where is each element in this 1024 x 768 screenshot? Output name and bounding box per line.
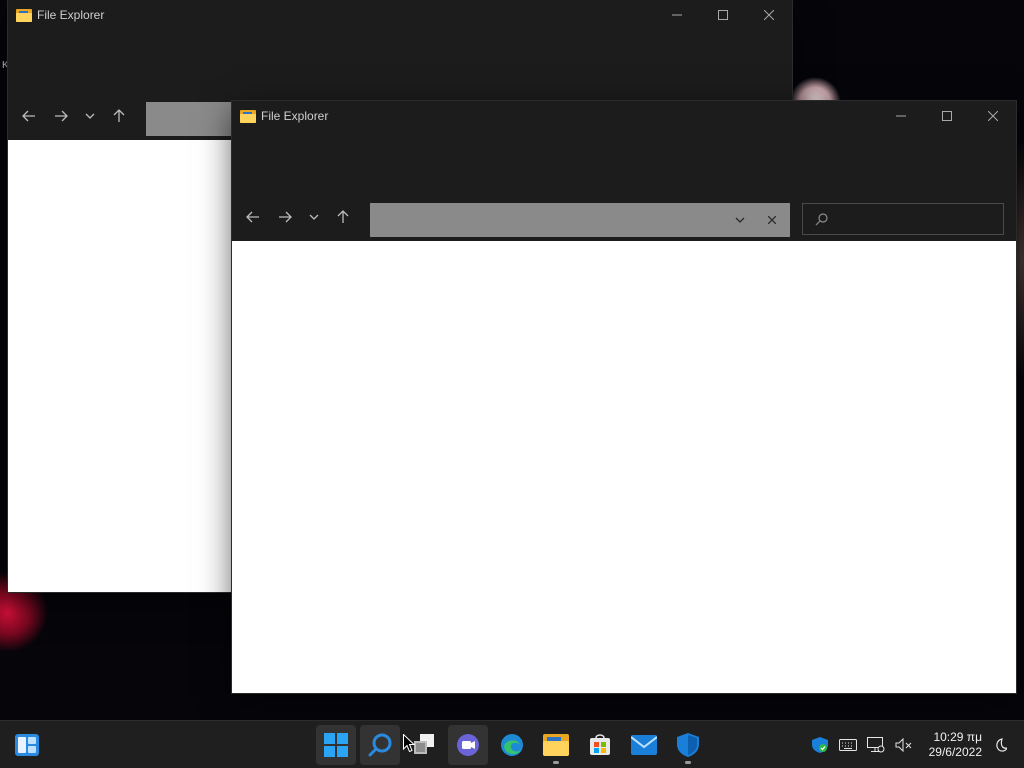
search-icon bbox=[368, 733, 392, 757]
title-bar[interactable]: File Explorer bbox=[8, 0, 792, 30]
network-button[interactable] bbox=[862, 731, 890, 759]
chevron-down-icon bbox=[85, 113, 95, 119]
close-icon bbox=[768, 216, 776, 224]
close-icon bbox=[764, 10, 774, 20]
recent-locations-button[interactable] bbox=[78, 101, 102, 131]
keyboard-icon bbox=[839, 739, 857, 751]
folder-icon bbox=[543, 734, 569, 756]
widgets-button[interactable] bbox=[12, 730, 42, 760]
shield-icon bbox=[677, 733, 699, 757]
clock-date: 29/6/2022 bbox=[928, 745, 982, 759]
title-bar[interactable]: File Explorer bbox=[232, 101, 1016, 131]
mail-icon bbox=[631, 735, 657, 755]
arrow-left-icon bbox=[246, 211, 259, 223]
arrow-up-icon bbox=[113, 109, 125, 122]
close-button[interactable] bbox=[970, 101, 1016, 131]
mouse-cursor-icon bbox=[403, 734, 415, 753]
shield-check-icon bbox=[812, 737, 828, 753]
volume-button[interactable] bbox=[890, 731, 918, 759]
windows-logo-icon bbox=[324, 733, 348, 757]
running-indicator bbox=[553, 761, 559, 764]
file-list-pane[interactable] bbox=[232, 241, 1016, 693]
back-button[interactable] bbox=[238, 202, 268, 232]
minimize-button[interactable] bbox=[878, 101, 924, 131]
minimize-icon bbox=[672, 14, 682, 16]
running-indicator bbox=[685, 761, 691, 764]
edge-icon bbox=[501, 734, 523, 756]
recent-locations-button[interactable] bbox=[302, 202, 326, 232]
minimize-button[interactable] bbox=[654, 0, 700, 30]
up-button[interactable] bbox=[328, 202, 358, 232]
network-icon bbox=[867, 737, 885, 753]
arrow-right-icon bbox=[55, 110, 68, 122]
maximize-icon bbox=[718, 10, 728, 20]
close-icon bbox=[988, 111, 998, 121]
mail-button[interactable] bbox=[624, 725, 664, 765]
search-input[interactable] bbox=[828, 205, 1003, 233]
back-button[interactable] bbox=[14, 101, 44, 131]
taskbar: 10:29 πμ 29/6/2022 bbox=[0, 720, 1024, 768]
system-tray: 10:29 πμ 29/6/2022 bbox=[806, 721, 1024, 768]
store-button[interactable] bbox=[580, 725, 620, 765]
clock[interactable]: 10:29 πμ 29/6/2022 bbox=[918, 730, 982, 760]
focus-assist-button[interactable] bbox=[986, 731, 1014, 759]
taskbar-search-button[interactable] bbox=[360, 725, 400, 765]
minimize-icon bbox=[896, 115, 906, 117]
clock-time: 10:29 πμ bbox=[933, 730, 982, 744]
store-icon bbox=[590, 734, 610, 755]
task-view-icon bbox=[414, 734, 434, 754]
widgets-icon bbox=[15, 734, 39, 756]
file-explorer-taskbar-button[interactable] bbox=[536, 725, 576, 765]
forward-button[interactable] bbox=[270, 202, 300, 232]
window-title: File Explorer bbox=[261, 109, 329, 123]
arrow-right-icon bbox=[279, 211, 292, 223]
edge-button[interactable] bbox=[492, 725, 532, 765]
search-icon bbox=[815, 212, 828, 225]
folder-icon bbox=[16, 8, 32, 22]
security-status-tray-button[interactable] bbox=[806, 731, 834, 759]
moon-icon bbox=[996, 738, 1007, 752]
volume-muted-icon bbox=[895, 738, 912, 752]
file-explorer-window-front[interactable]: File Explorer bbox=[232, 101, 1016, 693]
chevron-down-icon bbox=[309, 214, 319, 220]
address-history-button[interactable] bbox=[726, 203, 754, 237]
start-button[interactable] bbox=[316, 725, 356, 765]
address-clear-button[interactable] bbox=[758, 203, 786, 237]
window-title: File Explorer bbox=[37, 8, 105, 22]
arrow-left-icon bbox=[22, 110, 35, 122]
windows-security-button[interactable] bbox=[668, 725, 708, 765]
touch-keyboard-button[interactable] bbox=[834, 731, 862, 759]
arrow-up-icon bbox=[337, 210, 349, 223]
maximize-button[interactable] bbox=[700, 0, 746, 30]
up-button[interactable] bbox=[104, 101, 134, 131]
chat-icon bbox=[457, 734, 479, 756]
navigation-toolbar bbox=[232, 193, 1016, 241]
maximize-icon bbox=[942, 111, 952, 121]
maximize-button[interactable] bbox=[924, 101, 970, 131]
address-bar[interactable] bbox=[370, 203, 790, 237]
search-box[interactable] bbox=[802, 203, 1004, 235]
close-button[interactable] bbox=[746, 0, 792, 30]
folder-icon bbox=[240, 109, 256, 123]
chevron-down-icon bbox=[735, 217, 745, 223]
chat-button[interactable] bbox=[448, 725, 488, 765]
forward-button[interactable] bbox=[46, 101, 76, 131]
